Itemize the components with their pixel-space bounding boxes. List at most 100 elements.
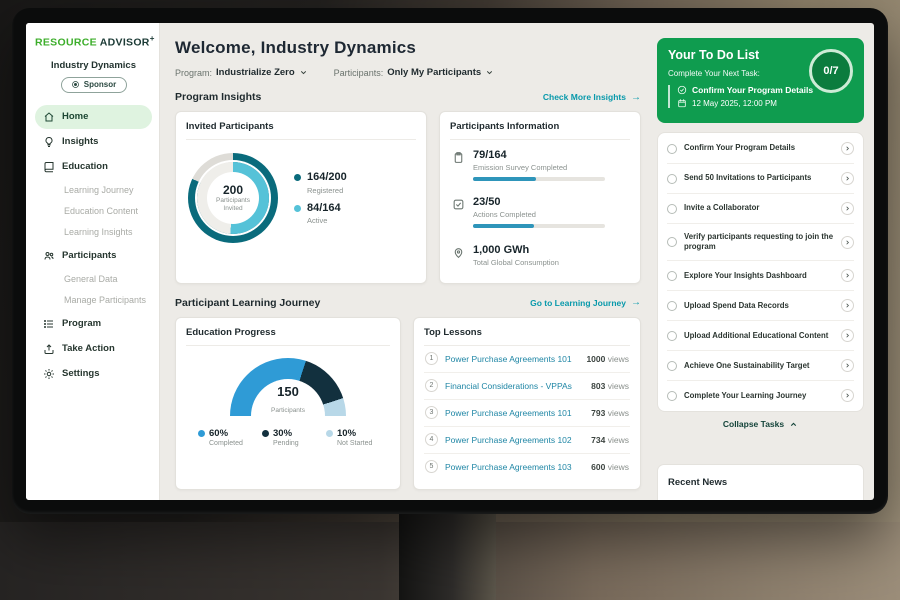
task-checkbox[interactable] <box>667 271 677 281</box>
participants-filter-label: Participants: <box>334 68 384 78</box>
task-checkbox[interactable] <box>667 144 677 154</box>
lesson-link[interactable]: Power Purchase Agreements 101 <box>445 408 584 418</box>
task-row[interactable]: Confirm Your Program Details <box>667 134 854 164</box>
check-more-insights-link[interactable]: Check More Insights → <box>543 92 641 103</box>
task-open-button[interactable] <box>841 359 854 372</box>
app-logo: RESOURCE ADVISOR+ <box>35 34 152 49</box>
collapse-tasks-button[interactable]: Collapse Tasks <box>657 419 864 429</box>
sidebar-item-education-content[interactable]: Education Content <box>35 201 152 222</box>
invited-participants-donut: 200 Participants Invited <box>188 153 278 243</box>
lesson-link[interactable]: Power Purchase Agreements 103 <box>445 462 584 472</box>
lesson-row[interactable]: 4 Power Purchase Agreements 102 734 view… <box>424 427 630 454</box>
sidebar-item-program[interactable]: Program <box>35 312 152 336</box>
task-checkbox[interactable] <box>667 237 677 247</box>
task-row[interactable]: Complete Your Learning Journey <box>667 381 854 410</box>
monitor-stand <box>399 512 496 600</box>
gauge-legend: 60% Completed 30% Pending 10% Not Starte… <box>198 428 378 447</box>
lesson-row[interactable]: 3 Power Purchase Agreements 101 793 view… <box>424 400 630 427</box>
logo-plus: + <box>150 34 155 43</box>
recent-news-title: Recent News <box>668 477 727 488</box>
donut-center-value: 200 <box>223 184 243 198</box>
check-square-icon <box>452 198 465 211</box>
lightbulb-icon <box>43 136 55 148</box>
sidebar-item-learning-journey[interactable]: Learning Journey <box>35 180 152 201</box>
chevron-down-icon <box>299 68 308 77</box>
chevron-up-icon <box>789 420 798 429</box>
task-open-button[interactable] <box>841 236 854 249</box>
sidebar-item-learning-insights[interactable]: Learning Insights <box>35 222 152 243</box>
lesson-link[interactable]: Power Purchase Agreements 101 <box>445 354 579 364</box>
registered-value: 164/200 <box>307 171 347 183</box>
legend-not-started: 10% Not Started <box>326 428 378 447</box>
task-open-button[interactable] <box>841 172 854 185</box>
progress-fill <box>473 224 534 228</box>
program-filter[interactable]: Program: Industrialize Zero <box>175 67 308 78</box>
sidebar-item-label: Education <box>62 161 108 172</box>
not-started-label: Not Started <box>337 440 378 447</box>
task-open-button[interactable] <box>841 202 854 215</box>
task-label: Confirm Your Program Details <box>684 143 834 153</box>
task-row[interactable]: Achieve One Sustainability Target <box>667 351 854 381</box>
emission-survey-value: 79/164 <box>473 149 605 161</box>
insights-cards-row: Invited Participants 200 Participants In… <box>175 111 641 284</box>
task-open-button[interactable] <box>841 142 854 155</box>
task-label: Upload Spend Data Records <box>684 301 834 311</box>
lesson-link[interactable]: Financial Considerations - VPPAs <box>445 381 584 391</box>
sidebar: RESOURCE ADVISOR+ Industry Dynamics Spon… <box>26 23 160 500</box>
task-checkbox[interactable] <box>667 174 677 184</box>
chevron-right-icon <box>844 302 851 309</box>
participants-filter-value: Only My Participants <box>387 67 481 78</box>
chevron-right-icon <box>844 392 851 399</box>
lesson-row[interactable]: 5 Power Purchase Agreements 103 600 view… <box>424 454 630 480</box>
lesson-row[interactable]: 1 Power Purchase Agreements 101 1000 vie… <box>424 346 630 373</box>
legend-completed: 60% Completed <box>198 428 250 447</box>
participants-filter[interactable]: Participants: Only My Participants <box>334 67 495 78</box>
lesson-views-suffix: views <box>608 354 629 364</box>
go-to-learning-journey-link[interactable]: Go to Learning Journey → <box>530 297 641 308</box>
actions-completed-row: 23/50 Actions Completed <box>450 188 630 236</box>
legend-pending: 30% Pending <box>262 428 314 447</box>
sidebar-item-participants[interactable]: Participants <box>35 244 152 268</box>
lesson-views-count: 793 <box>591 408 605 418</box>
task-row[interactable]: Explore Your Insights Dashboard <box>667 261 854 291</box>
task-checkbox[interactable] <box>667 331 677 341</box>
emission-survey-label: Emission Survey Completed <box>473 163 605 172</box>
program-filter-label: Program: <box>175 68 212 78</box>
task-row[interactable]: Upload Additional Educational Content <box>667 321 854 351</box>
section-title: Program Insights <box>175 91 261 103</box>
task-checkbox[interactable] <box>667 204 677 214</box>
todo-panel: Your To Do List 0/7 Complete Your Next T… <box>654 23 874 500</box>
task-open-button[interactable] <box>841 389 854 402</box>
task-checkbox[interactable] <box>667 301 677 311</box>
sidebar-item-take-action[interactable]: Take Action <box>35 337 152 361</box>
lesson-views-suffix: views <box>608 408 629 418</box>
task-row[interactable]: Invite a Collaborator <box>667 194 854 224</box>
lesson-row[interactable]: 2 Financial Considerations - VPPAs 803 v… <box>424 373 630 400</box>
task-open-button[interactable] <box>841 269 854 282</box>
education-progress-card: Education Progress 150 Participants <box>175 317 401 490</box>
task-open-button[interactable] <box>841 329 854 342</box>
lesson-rank: 3 <box>425 406 438 419</box>
sidebar-item-general-data[interactable]: General Data <box>35 269 152 290</box>
task-checkbox[interactable] <box>667 391 677 401</box>
book-icon <box>43 161 55 173</box>
card-title: Invited Participants <box>186 121 416 140</box>
sidebar-item-insights[interactable]: Insights <box>35 130 152 154</box>
task-row[interactable]: Verify participants requesting to join t… <box>667 224 854 261</box>
task-checkbox[interactable] <box>667 361 677 371</box>
recent-news-bar[interactable]: Recent News <box>657 464 864 500</box>
sidebar-item-education[interactable]: Education <box>35 155 152 179</box>
sidebar-item-manage-participants[interactable]: Manage Participants <box>35 290 152 311</box>
task-row[interactable]: Upload Spend Data Records <box>667 291 854 321</box>
task-open-button[interactable] <box>841 299 854 312</box>
task-row[interactable]: Send 50 Invitations to Participants <box>667 164 854 194</box>
sidebar-item-settings[interactable]: Settings <box>35 362 152 386</box>
filter-bar: Program: Industrialize Zero Participants… <box>175 67 641 78</box>
sidebar-item-label: Participants <box>62 250 116 261</box>
next-task-due-date: 12 May 2025, 12:00 PM <box>692 99 777 108</box>
lesson-link[interactable]: Power Purchase Agreements 102 <box>445 435 584 445</box>
task-label: Send 50 Invitations to Participants <box>684 173 834 183</box>
sidebar-item-label: Take Action <box>62 343 115 354</box>
sidebar-item-home[interactable]: Home <box>35 105 152 129</box>
task-label: Achieve One Sustainability Target <box>684 361 834 371</box>
